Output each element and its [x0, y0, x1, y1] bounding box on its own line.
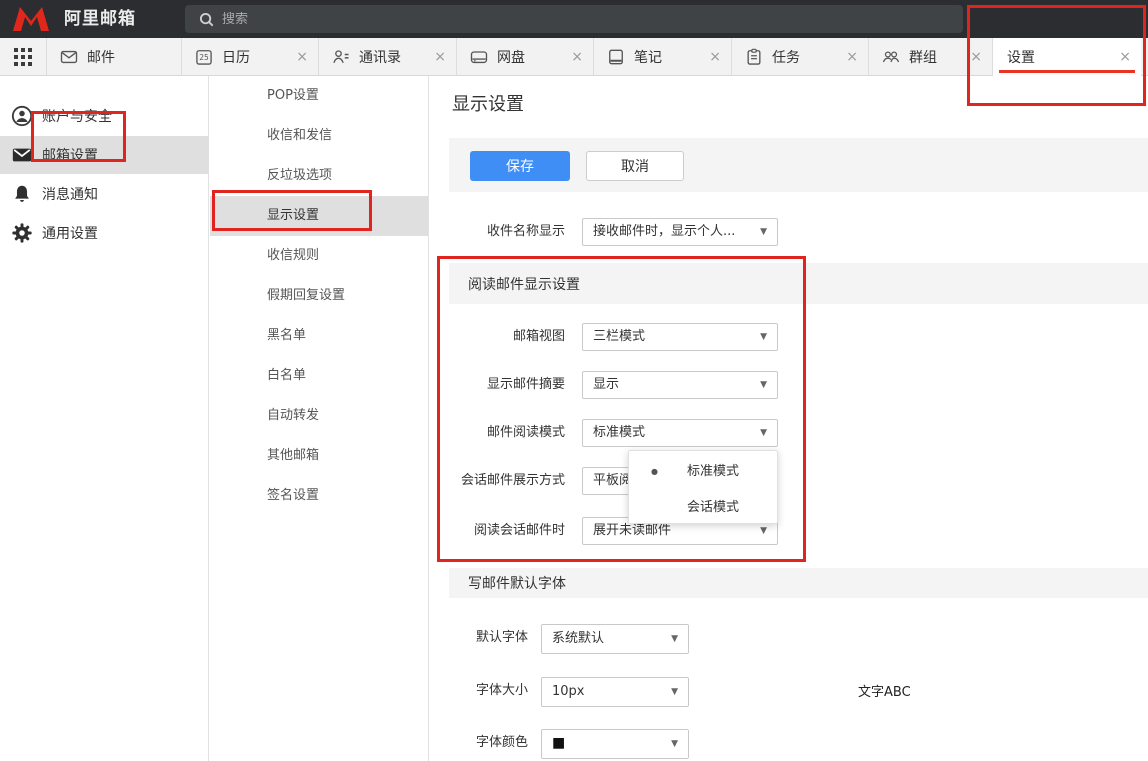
menu-item-other-mailbox[interactable]: 其他邮箱 [210, 436, 428, 476]
chevron-down-icon: ▼ [671, 678, 678, 706]
mail-summary-select[interactable]: 显示 ▼ [582, 371, 778, 399]
sidebar-item-label: 邮箱设置 [42, 145, 98, 165]
read-settings-section-header: 阅读邮件显示设置 [449, 263, 1148, 304]
tab-label: 笔记 [634, 47, 662, 67]
tab-settings[interactable]: 设置 × [993, 38, 1141, 76]
brand-title: 阿里邮箱 [64, 0, 136, 38]
search-input[interactable] [222, 12, 902, 27]
tab-label: 群组 [909, 47, 937, 67]
menu-item-receive-rules[interactable]: 收信规则 [210, 236, 428, 276]
tab-bar: 邮件 25 日历 × 通讯录 × 网盘 × 笔 [0, 38, 1148, 76]
grid-icon [14, 48, 32, 66]
sidebar-item-account-security[interactable]: 账户与安全 [0, 97, 209, 135]
menu-item-display-settings[interactable]: 显示设置 [210, 196, 428, 236]
alimail-settings-window: 阿里邮箱 邮件 [0, 0, 1148, 761]
search-icon [199, 12, 214, 27]
drive-icon [469, 47, 489, 67]
account-icon [11, 105, 33, 127]
chevron-down-icon: ▼ [760, 420, 767, 446]
selected-radio-icon: ● [651, 457, 658, 487]
tab-groups[interactable]: 群组 × [869, 38, 993, 76]
close-icon[interactable]: × [296, 38, 308, 76]
section-title: 阅读邮件显示设置 [468, 277, 580, 293]
tab-notes[interactable]: 笔记 × [594, 38, 732, 76]
settings-sidebar: 账户与安全 邮箱设置 消息通知 通用设置 [0, 76, 209, 761]
contacts-icon [331, 47, 351, 67]
groups-icon [881, 47, 901, 67]
calendar-icon: 25 [194, 47, 214, 67]
sidebar-item-general-settings[interactable]: 通用设置 [0, 214, 209, 252]
chevron-down-icon: ▼ [671, 730, 678, 758]
tab-tasks[interactable]: 任务 × [732, 38, 869, 76]
read-mode-select[interactable]: 标准模式 ▼ [582, 419, 778, 447]
font-color-select[interactable]: ■ ▼ [541, 729, 689, 759]
chevron-down-icon: ▼ [760, 372, 767, 398]
menu-item-antispam[interactable]: 反垃圾选项 [210, 156, 428, 196]
recipient-name-select[interactable]: 接收邮件时，显示个人... ▼ [582, 218, 778, 246]
cancel-button[interactable]: 取消 [586, 151, 684, 181]
action-button-band: 保存 取消 [449, 138, 1148, 192]
tab-label: 任务 [772, 47, 800, 67]
menu-item-send-receive[interactable]: 收信和发信 [210, 116, 428, 156]
save-button[interactable]: 保存 [470, 151, 570, 181]
section-title: 写邮件默认字体 [468, 576, 566, 592]
compose-font-section-header: 写邮件默认字体 [449, 568, 1148, 598]
read-mode-dropdown-menu: ● 标准模式 会话模式 [628, 450, 778, 524]
menu-item-vacation-reply[interactable]: 假期回复设置 [210, 276, 428, 316]
sidebar-item-notifications[interactable]: 消息通知 [0, 175, 209, 213]
page-title: 显示设置 [452, 90, 524, 116]
dropdown-option-conversation[interactable]: 会话模式 [629, 493, 777, 523]
alimail-logo-icon [10, 6, 52, 32]
gear-icon [11, 222, 33, 244]
notes-icon [606, 47, 626, 67]
menu-item-signature[interactable]: 签名设置 [210, 476, 428, 516]
font-preview-text: 文字ABC [858, 681, 911, 700]
mailbox-view-select[interactable]: 三栏模式 ▼ [582, 323, 778, 351]
sidebar-item-label: 账户与安全 [42, 106, 112, 126]
tab-label: 通讯录 [359, 47, 401, 67]
tab-contacts[interactable]: 通讯录 × [319, 38, 457, 76]
tab-label: 邮件 [87, 47, 115, 67]
chevron-down-icon: ▼ [760, 219, 767, 245]
tab-label: 设置 [1007, 47, 1035, 67]
menu-item-whitelist[interactable]: 白名单 [210, 356, 428, 396]
tab-mail[interactable]: 邮件 [47, 38, 182, 76]
close-icon[interactable]: × [970, 38, 982, 76]
active-tab-indicator [999, 70, 1135, 73]
menu-item-blacklist[interactable]: 黑名单 [210, 316, 428, 356]
bell-icon [11, 183, 33, 205]
chevron-down-icon: ▼ [671, 625, 678, 653]
mail-icon [59, 47, 79, 67]
tab-drive[interactable]: 网盘 × [457, 38, 594, 76]
default-font-select[interactable]: 系统默认 ▼ [541, 624, 689, 654]
topbar: 阿里邮箱 [0, 0, 1148, 38]
search-bar[interactable] [185, 5, 963, 33]
close-icon[interactable]: × [571, 38, 583, 76]
dropdown-option-standard[interactable]: ● 标准模式 [629, 457, 777, 487]
menu-item-auto-forward[interactable]: 自动转发 [210, 396, 428, 436]
chevron-down-icon: ▼ [760, 324, 767, 350]
sidebar-item-label: 消息通知 [42, 184, 98, 204]
font-size-select[interactable]: 10px ▼ [541, 677, 689, 707]
tasks-icon [744, 47, 764, 67]
sidebar-item-mail-settings[interactable]: 邮箱设置 [0, 136, 209, 174]
sidebar-item-label: 通用设置 [42, 223, 98, 243]
tab-calendar[interactable]: 25 日历 × [182, 38, 319, 76]
svg-text:25: 25 [199, 53, 209, 62]
tab-label: 日历 [222, 47, 250, 67]
field-label: 收件名称显示 [430, 218, 565, 246]
mail-settings-menu: POP设置 收信和发信 反垃圾选项 显示设置 收信规则 假期回复设置 黑名单 白… [210, 76, 429, 761]
mail-icon [11, 144, 33, 166]
close-icon[interactable]: × [709, 38, 721, 76]
tab-label: 网盘 [497, 47, 525, 67]
close-icon[interactable]: × [846, 38, 858, 76]
app-grid-button[interactable] [0, 38, 47, 76]
menu-item-pop[interactable]: POP设置 [210, 76, 428, 116]
color-swatch: ■ [552, 735, 565, 751]
close-icon[interactable]: × [434, 38, 446, 76]
display-settings-panel: 显示设置 保存 取消 收件名称显示 接收邮件时，显示个人... ▼ 阅读邮件显示… [430, 76, 1148, 761]
